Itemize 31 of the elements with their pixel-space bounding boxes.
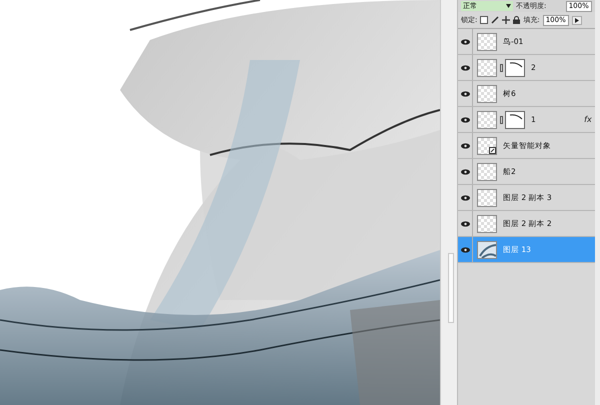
link-icon [500,116,503,124]
eye-icon[interactable] [460,64,470,70]
layer-thumbnail [477,240,497,258]
effects-label: fx [584,115,592,124]
move-icon[interactable] [502,16,510,24]
layer-mask-thumbnail [505,58,525,76]
eye-icon[interactable] [460,246,470,252]
brush-icon[interactable] [491,16,500,24]
layer-thumbnail [477,188,497,206]
link-icon [500,64,503,72]
layer-thumbnail [477,162,497,180]
layer-mask-thumbnail [505,110,525,128]
scrollbar-thumb[interactable] [448,252,454,322]
eye-icon[interactable] [460,194,470,200]
eye-icon[interactable] [460,90,470,96]
eye-icon[interactable] [460,38,470,44]
layer-thumbnail [477,110,497,128]
eye-icon[interactable] [460,168,470,174]
dropdown-arrow-icon [506,4,511,8]
eye-icon[interactable] [460,116,470,122]
eye-icon[interactable] [460,142,470,148]
lock-pixels-icon[interactable] [480,16,488,24]
fill-dropdown-button[interactable] [572,16,582,24]
layer-thumbnail [477,84,497,102]
triangle-icon [574,18,579,22]
smart-object-icon [489,146,496,154]
layer-thumbnail [477,214,497,232]
lock-icon[interactable] [513,16,520,24]
layer-thumbnail [477,58,497,76]
layer-thumbnail [477,32,497,50]
eye-icon[interactable] [460,220,470,226]
